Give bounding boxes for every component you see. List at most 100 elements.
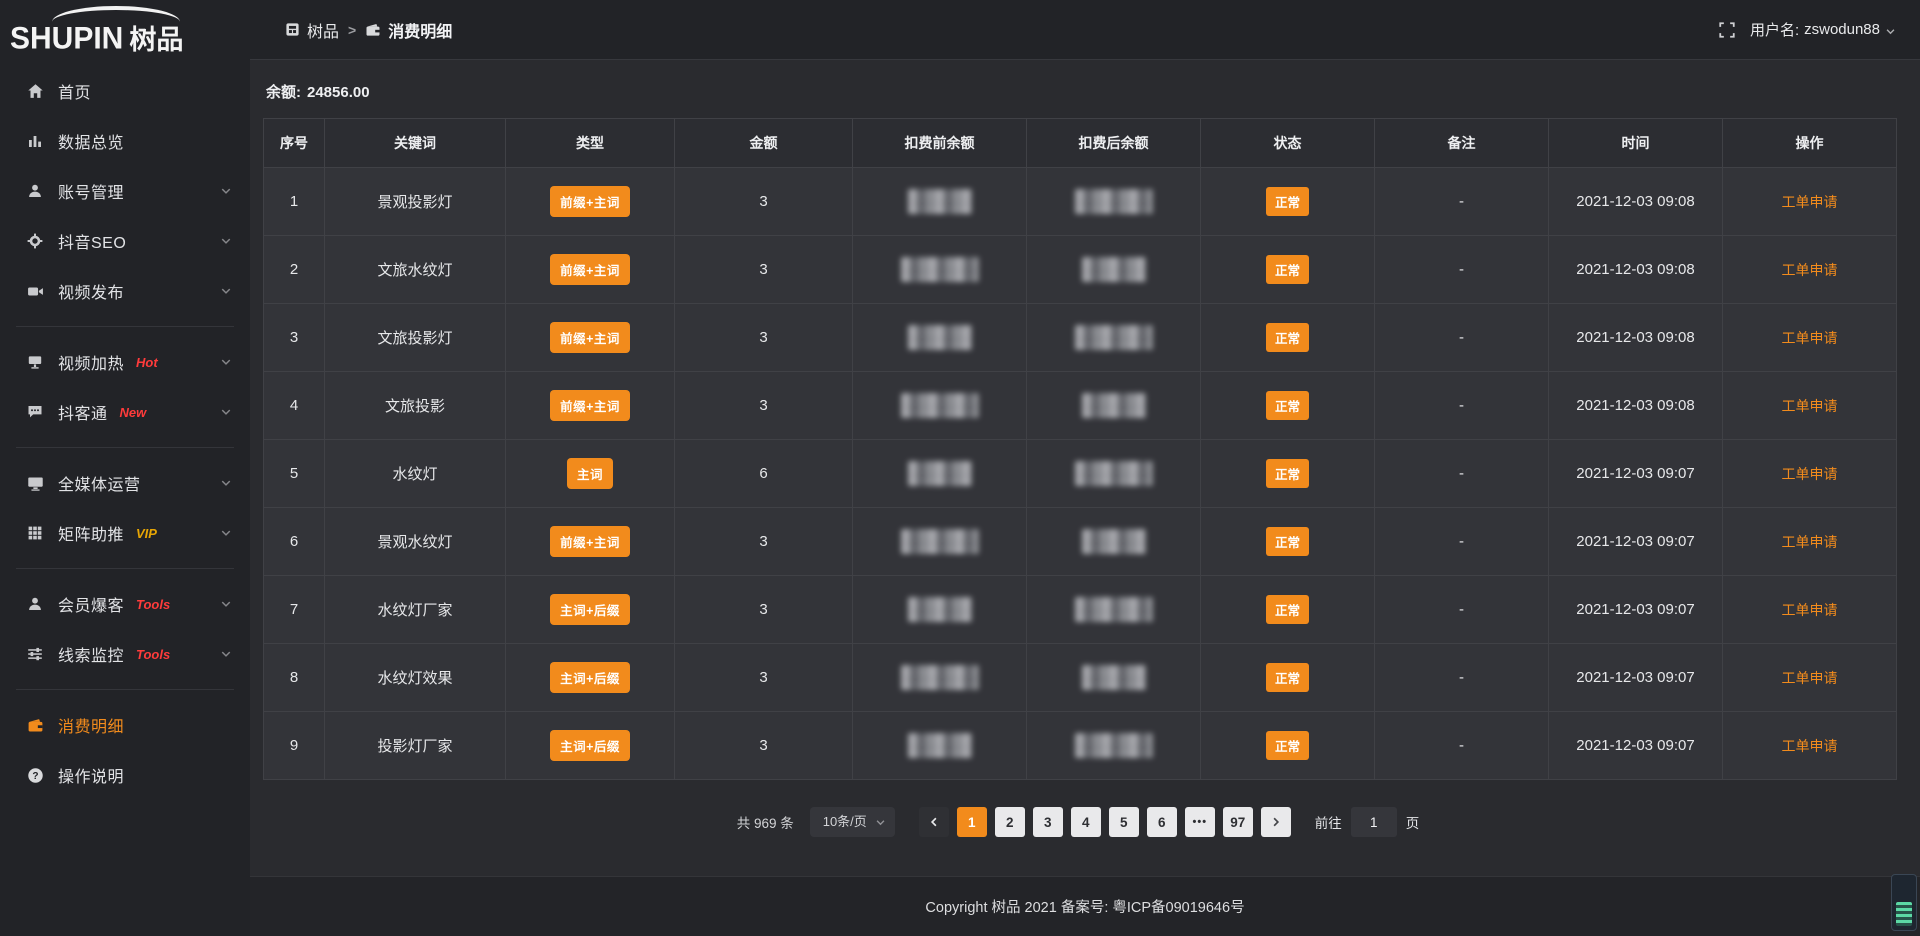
page-button-4[interactable]: 4 [1071, 807, 1101, 837]
sidebar-item-home[interactable]: 首页 [0, 66, 250, 116]
chat-icon [26, 403, 44, 421]
prev-page-button[interactable] [919, 807, 949, 837]
status-badge: 正常 [1266, 595, 1309, 624]
total-count: 共 969 条 [737, 812, 794, 832]
page-ellipsis-button[interactable]: ••• [1185, 807, 1215, 837]
page-button-6[interactable]: 6 [1147, 807, 1177, 837]
redacted-balance-before [901, 257, 979, 282]
cell-amount: 3 [675, 644, 853, 712]
redacted-balance-after [1082, 665, 1146, 690]
cell-type: 前缀+主词 [506, 508, 675, 576]
work-order-link[interactable]: 工单申请 [1782, 534, 1838, 550]
cell-balance-after [1027, 712, 1201, 780]
sidebar-item-label: 视频加热 [58, 350, 124, 374]
cell-keyword: 水纹灯 [325, 440, 506, 508]
table-row: 1景观投影灯前缀+主词3正常-2021-12-03 09:08工单申请 [264, 168, 1897, 236]
work-order-link[interactable]: 工单申请 [1782, 738, 1838, 754]
chevron-down-icon [220, 285, 232, 297]
sidebar-item-video-publish[interactable]: 视频发布 [0, 266, 250, 316]
footer: Copyright 树品 2021 备案号: 粤ICP备09019646号 [250, 876, 1920, 936]
redacted-balance-before [901, 393, 979, 418]
page-button-1[interactable]: 1 [957, 807, 987, 837]
cell-balance-before [853, 304, 1027, 372]
logo-text-cn: 树品 [129, 26, 183, 54]
work-order-link[interactable]: 工单申请 [1782, 398, 1838, 414]
sidebar-item-matrix-boost[interactable]: 矩阵助推VIP [0, 508, 250, 558]
column-header-7: 备注 [1375, 119, 1549, 168]
sidebar-item-media-operation[interactable]: 全媒体运营 [0, 458, 250, 508]
redacted-balance-after [1075, 325, 1153, 350]
redacted-balance-before [908, 461, 972, 486]
cell-note: - [1375, 168, 1549, 236]
sidebar-item-clue-monitor[interactable]: 线索监控Tools [0, 629, 250, 679]
sidebar-item-douketong[interactable]: 抖客通New [0, 387, 250, 437]
redacted-balance-before [901, 529, 979, 554]
redacted-balance-after [1075, 597, 1153, 622]
cell-action: 工单申请 [1723, 236, 1897, 304]
status-badge: 正常 [1266, 527, 1309, 556]
cell-action: 工单申请 [1723, 168, 1897, 236]
main-content: 余额:24856.00 序号关键词类型金额扣费前余额扣费后余额状态备注时间操作 … [250, 61, 1920, 876]
cell-balance-before [853, 168, 1027, 236]
balance-line: 余额:24856.00 [266, 81, 1893, 102]
cell-index: 6 [264, 508, 325, 576]
user-menu[interactable]: 用户名: zswodun88 [1750, 19, 1896, 40]
column-header-8: 时间 [1549, 119, 1723, 168]
cell-status: 正常 [1201, 712, 1375, 780]
sidebar-item-account-manage[interactable]: 账号管理 [0, 166, 250, 216]
goto-page-input[interactable] [1351, 807, 1397, 837]
next-page-button[interactable] [1261, 807, 1291, 837]
sidebar-item-consume-detail[interactable]: 消费明细 [0, 700, 250, 750]
sidebar-item-douyin-seo[interactable]: 抖音SEO [0, 216, 250, 266]
fullscreen-icon[interactable] [1718, 21, 1736, 39]
cell-action: 工单申请 [1723, 508, 1897, 576]
page-button-2[interactable]: 2 [995, 807, 1025, 837]
cell-type: 主词+后缀 [506, 712, 675, 780]
cell-amount: 3 [675, 712, 853, 780]
cell-keyword: 文旅投影 [325, 372, 506, 440]
chevron-down-icon [220, 356, 232, 368]
work-order-link[interactable]: 工单申请 [1782, 262, 1838, 278]
page-button-5[interactable]: 5 [1109, 807, 1139, 837]
balance-label: 余额: [266, 84, 301, 101]
goto-page-group: 前往 页 [1315, 807, 1420, 837]
sidebar-item-data-overview[interactable]: 数据总览 [0, 116, 250, 166]
user2-icon [26, 595, 44, 613]
cell-keyword: 景观水纹灯 [325, 508, 506, 576]
cell-time: 2021-12-03 09:07 [1549, 644, 1723, 712]
page-size-value: 10条/页 [823, 814, 867, 829]
sidebar-item-label: 视频发布 [58, 279, 124, 303]
sidebar-item-member-baoke[interactable]: 会员爆客Tools [0, 579, 250, 629]
sidebar-item-video-heat[interactable]: 视频加热Hot [0, 337, 250, 387]
app-logo[interactable]: SHUPIN 树品 [0, 0, 250, 62]
page-size-select[interactable]: 10条/页 [810, 807, 895, 837]
app-root: SHUPIN 树品 首页数据总览账号管理抖音SEO 视频发布视频加热Hot抖客通N… [0, 0, 1920, 936]
work-order-link[interactable]: 工单申请 [1782, 330, 1838, 346]
cell-keyword: 文旅水纹灯 [325, 236, 506, 304]
cell-time: 2021-12-03 09:08 [1549, 236, 1723, 304]
sidebar-item-label: 抖客通 [58, 400, 108, 424]
breadcrumb-current[interactable]: 消费明细 [365, 18, 452, 42]
breadcrumb-home[interactable]: 树品 [285, 18, 339, 42]
floating-widget[interactable] [1891, 874, 1917, 931]
type-badge: 前缀+主词 [550, 254, 630, 285]
sliders-icon [26, 645, 44, 663]
cell-amount: 3 [675, 576, 853, 644]
cell-status: 正常 [1201, 644, 1375, 712]
work-order-link[interactable]: 工单申请 [1782, 602, 1838, 618]
page-button-97[interactable]: 97 [1223, 807, 1253, 837]
table-row: 4文旅投影前缀+主词3正常-2021-12-03 09:08工单申请 [264, 372, 1897, 440]
status-badge: 正常 [1266, 663, 1309, 692]
work-order-link[interactable]: 工单申请 [1782, 670, 1838, 686]
cell-index: 2 [264, 236, 325, 304]
column-header-2: 类型 [506, 119, 675, 168]
chevron-down-icon [220, 477, 232, 489]
cell-balance-before [853, 236, 1027, 304]
work-order-link[interactable]: 工单申请 [1782, 466, 1838, 482]
sidebar-item-operation-guide[interactable]: ?操作说明 [0, 750, 250, 800]
goto-suffix: 页 [1406, 812, 1420, 832]
cell-time: 2021-12-03 09:07 [1549, 712, 1723, 780]
cell-time: 2021-12-03 09:08 [1549, 304, 1723, 372]
page-button-3[interactable]: 3 [1033, 807, 1063, 837]
work-order-link[interactable]: 工单申请 [1782, 194, 1838, 210]
